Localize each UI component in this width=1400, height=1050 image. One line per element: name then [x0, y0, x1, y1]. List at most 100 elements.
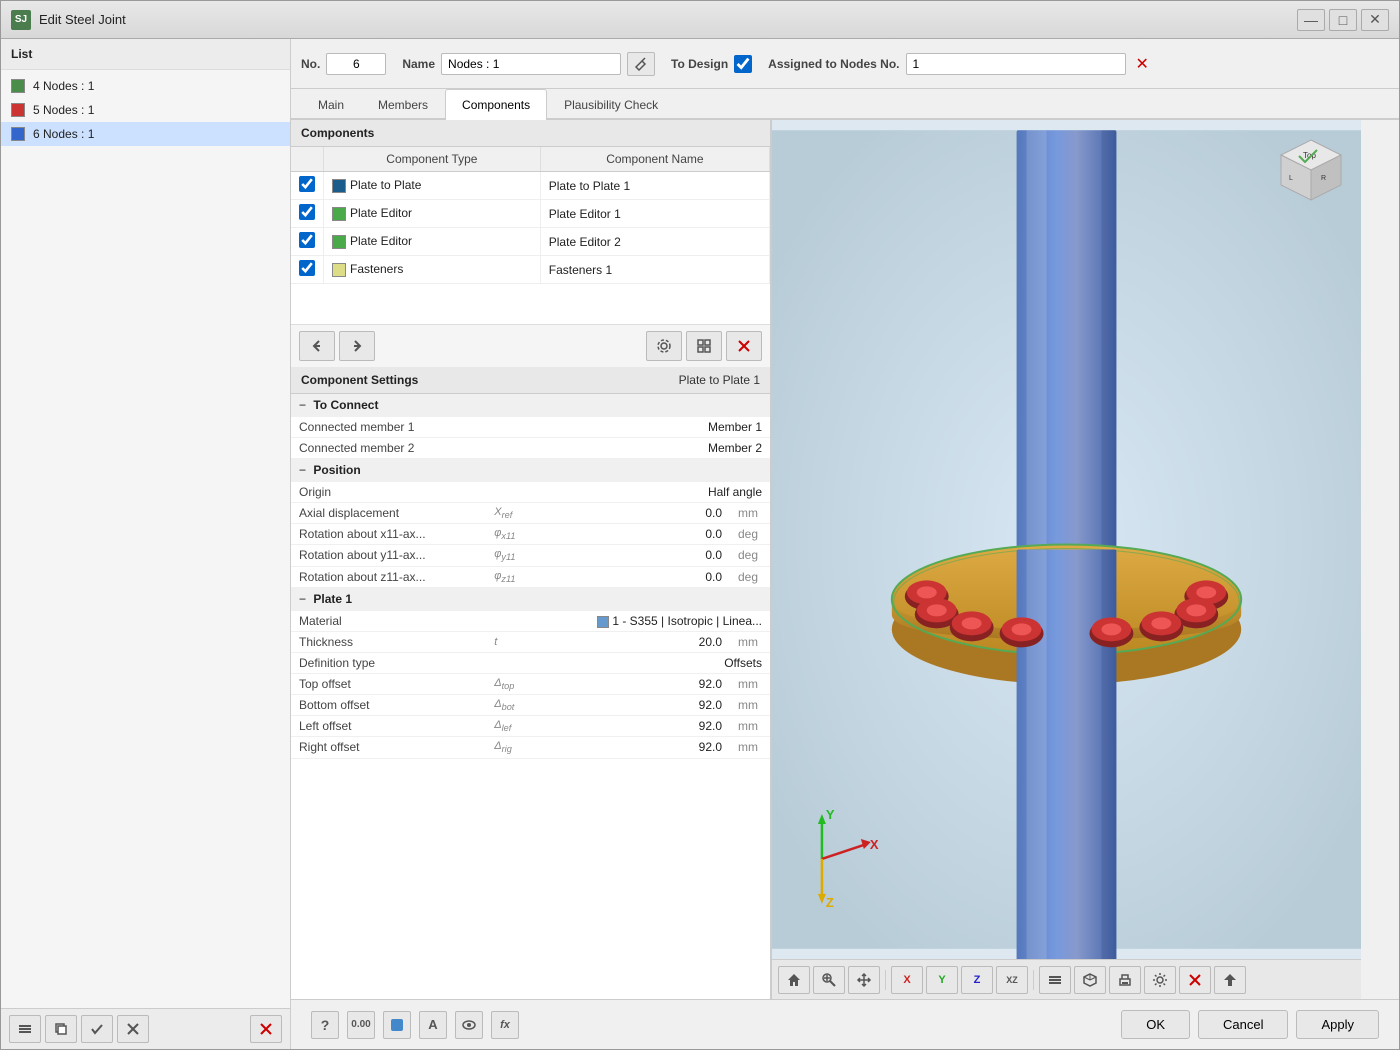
no-input[interactable]: [326, 53, 386, 75]
formula-button[interactable]: fx: [491, 1011, 519, 1039]
comp-check-4[interactable]: [299, 260, 315, 276]
minimize-button[interactable]: ―: [1297, 9, 1325, 31]
comp-delete-button[interactable]: [726, 331, 762, 361]
tab-members[interactable]: Members: [361, 89, 445, 120]
group-toggle-to-connect[interactable]: −: [299, 398, 306, 412]
setting-unit: deg: [730, 566, 770, 587]
comp-move-right-button[interactable]: [339, 331, 375, 361]
z-axis-button[interactable]: Z: [961, 966, 993, 994]
pan-button[interactable]: [848, 966, 880, 994]
setting-key: Origin: [291, 482, 486, 503]
comp-edit1-button[interactable]: [646, 331, 682, 361]
setting-val: 20.0: [537, 631, 730, 652]
list-toolbar: [1, 1008, 290, 1049]
components-header: Components: [291, 120, 770, 147]
table-row: Top offset Δtop 92.0 mm: [291, 673, 770, 694]
list-item[interactable]: 5 Nodes : 1: [1, 98, 290, 122]
cube-mode-button[interactable]: [1074, 966, 1106, 994]
list-item-label-2: 5 Nodes : 1: [33, 103, 94, 117]
assigned-clear-button[interactable]: ✕: [1136, 54, 1149, 74]
visibility-button[interactable]: [455, 1011, 483, 1039]
group-toggle-plate1[interactable]: −: [299, 592, 306, 606]
help-icon-button[interactable]: ?: [311, 1011, 339, 1039]
x-axis-button[interactable]: X: [891, 966, 923, 994]
title-bar: SJ Edit Steel Joint ― □ ✕: [1, 1, 1399, 39]
delete-list-item-button[interactable]: [250, 1015, 282, 1043]
table-row: Material 1 - S355 | Isotropic | Linea...: [291, 610, 770, 631]
svg-text:L: L: [1289, 175, 1293, 182]
setting-sym: Δlef: [486, 716, 537, 737]
tab-components[interactable]: Components: [445, 89, 547, 120]
setting-key: Connected member 1: [291, 417, 486, 438]
setting-sym: φz11: [486, 566, 537, 587]
setting-val: 0.0: [537, 503, 730, 524]
xz-axis-button[interactable]: XZ: [996, 966, 1028, 994]
print-button[interactable]: [1109, 966, 1141, 994]
color-icon-button[interactable]: [383, 1011, 411, 1039]
units-icon-button[interactable]: 0.00: [347, 1011, 375, 1039]
to-design-checkbox[interactable]: [734, 55, 752, 73]
settings-header: Component Settings Plate to Plate 1: [291, 367, 770, 394]
setting-val: Offsets: [537, 652, 770, 673]
add-item-button[interactable]: [9, 1015, 41, 1043]
table-row: Thickness t 20.0 mm: [291, 631, 770, 652]
to-design-label: To Design: [671, 57, 728, 71]
list-items: 4 Nodes : 1 5 Nodes : 1 6 Nodes : 1: [1, 70, 290, 1008]
export-view-button[interactable]: [1214, 966, 1246, 994]
name-field-group: Name: [402, 52, 655, 76]
home-view-button[interactable]: [778, 966, 810, 994]
uncheck-item-button[interactable]: [117, 1015, 149, 1043]
setting-key: Thickness: [291, 631, 486, 652]
y-axis-button[interactable]: Y: [926, 966, 958, 994]
setting-key: Connected member 2: [291, 438, 486, 459]
view-toolbar: X Y Z XZ: [772, 959, 1361, 999]
setting-sym: Δtop: [486, 673, 537, 694]
list-item-selected[interactable]: 6 Nodes : 1: [1, 122, 290, 146]
settings-component-name: Plate to Plate 1: [679, 373, 760, 387]
view-sep-2: [1033, 970, 1034, 990]
check-item-button[interactable]: [81, 1015, 113, 1043]
setting-unit: mm: [730, 631, 770, 652]
table-row: Connected member 2 Member 2: [291, 438, 770, 459]
comp-move-left-button[interactable]: [299, 331, 335, 361]
render-settings-button[interactable]: [1144, 966, 1176, 994]
comp-check-1[interactable]: [299, 176, 315, 192]
name-input[interactable]: [441, 53, 621, 75]
list-item-color-1: [11, 79, 25, 93]
close-button[interactable]: ✕: [1361, 9, 1389, 31]
list-item-label-1: 4 Nodes : 1: [33, 79, 94, 93]
group-label-plate1: Plate 1: [313, 592, 352, 606]
setting-val: 92.0: [537, 694, 730, 715]
comp-check-3[interactable]: [299, 232, 315, 248]
comp-check-2[interactable]: [299, 204, 315, 220]
setting-val: 0.0: [537, 524, 730, 545]
header-row: No. Name To Design Assigned to Nodes No.: [291, 39, 1399, 89]
layers-button[interactable]: [1039, 966, 1071, 994]
tab-plausibility[interactable]: Plausibility Check: [547, 89, 675, 120]
app-icon: SJ: [11, 10, 31, 30]
close-view-button[interactable]: [1179, 966, 1211, 994]
assigned-input[interactable]: [906, 53, 1126, 75]
setting-key: Axial displacement: [291, 503, 486, 524]
name-edit-button[interactable]: [627, 52, 655, 76]
setting-val: 0.0: [537, 545, 730, 566]
nav-cube[interactable]: Top R L: [1271, 130, 1351, 210]
copy-item-button[interactable]: [45, 1015, 77, 1043]
3d-canvas[interactable]: Y X Z: [772, 120, 1361, 959]
ok-button[interactable]: OK: [1121, 1010, 1190, 1039]
svg-text:Y: Y: [826, 807, 835, 822]
zoom-to-selection-button[interactable]: [813, 966, 845, 994]
tab-main[interactable]: Main: [301, 89, 361, 120]
table-row: Axial displacement Xref 0.0 mm: [291, 503, 770, 524]
text-settings-button[interactable]: A: [419, 1011, 447, 1039]
setting-key: Material: [291, 610, 486, 631]
comp-type-4: Fasteners: [350, 262, 403, 276]
cancel-button[interactable]: Cancel: [1198, 1010, 1288, 1039]
comp-edit2-button[interactable]: [686, 331, 722, 361]
maximize-button[interactable]: □: [1329, 9, 1357, 31]
list-item[interactable]: 4 Nodes : 1: [1, 74, 290, 98]
list-item-label-3: 6 Nodes : 1: [33, 127, 94, 141]
group-toggle-position[interactable]: −: [299, 463, 306, 477]
apply-button[interactable]: Apply: [1296, 1010, 1379, 1039]
components-table: Component Type Component Name Plate to P…: [291, 147, 770, 284]
